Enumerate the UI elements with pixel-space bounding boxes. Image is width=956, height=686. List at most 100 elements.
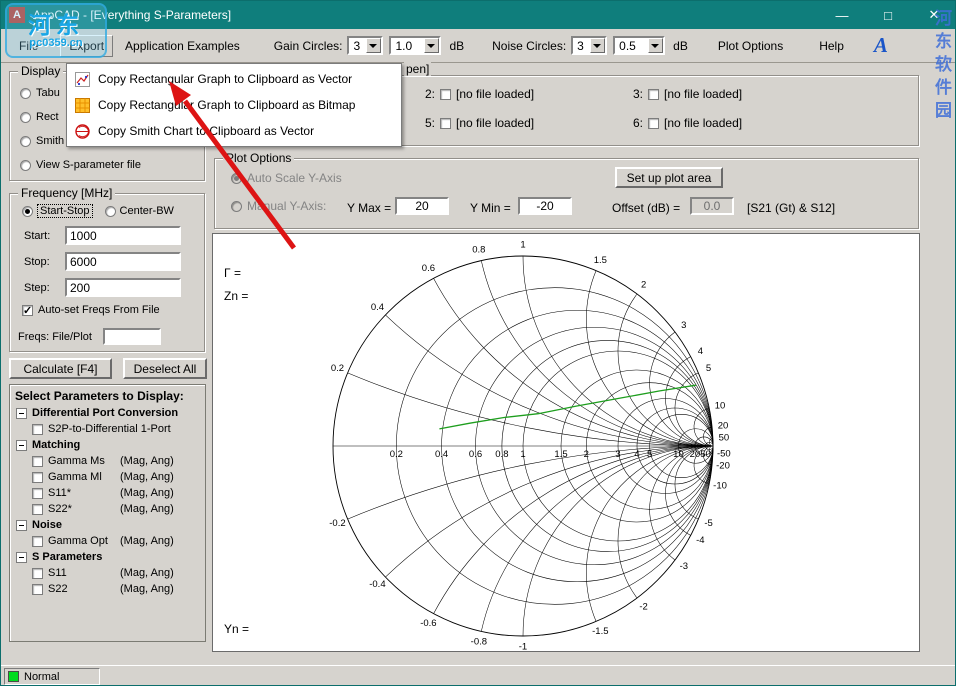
display-tabular-radio[interactable] bbox=[20, 88, 31, 99]
param-checkbox-s11c[interactable] bbox=[32, 488, 43, 499]
yn-label: Yn = bbox=[224, 622, 249, 636]
display-rectangular-radio[interactable] bbox=[20, 112, 31, 123]
status-color-swatch bbox=[8, 671, 19, 682]
svg-text:3: 3 bbox=[615, 449, 620, 460]
param-label: S11 bbox=[48, 567, 67, 579]
svg-text:5: 5 bbox=[647, 449, 652, 460]
gain-circles-label: Gain Circles: bbox=[274, 39, 343, 53]
param-suffix: (Mag, Ang) bbox=[120, 503, 174, 515]
files-group-legend-fragment: pen] bbox=[404, 62, 431, 76]
center-bw-radio[interactable] bbox=[105, 206, 116, 217]
plot-options-group: Plot Options Auto Scale Y-Axis Set up pl… bbox=[214, 158, 919, 229]
file-slot-checkbox-2[interactable] bbox=[440, 89, 451, 100]
autoset-freqs-checkbox[interactable] bbox=[22, 305, 33, 316]
svg-text:2: 2 bbox=[641, 280, 646, 291]
param-checkbox-s2p-diff[interactable] bbox=[32, 424, 43, 435]
tree-collapse-icon[interactable] bbox=[16, 408, 27, 419]
gain-circles-count-value: 3 bbox=[349, 39, 366, 53]
param-suffix: (Mag, Ang) bbox=[120, 471, 174, 483]
param-label: Gamma Ml bbox=[48, 471, 102, 483]
menu-help[interactable]: Help bbox=[811, 36, 852, 56]
minimize-button[interactable]: — bbox=[819, 1, 865, 29]
parameters-group: Select Parameters to Display: Differenti… bbox=[9, 384, 206, 642]
param-checkbox-gamma-opt[interactable] bbox=[32, 536, 43, 547]
menu-item-copy-rect-vector[interactable]: Copy Rectangular Graph to Clipboard as V… bbox=[69, 66, 399, 92]
file-slot-number: 2: bbox=[425, 87, 435, 101]
menu-application-examples[interactable]: Application Examples bbox=[117, 36, 248, 56]
svg-text:-0.6: -0.6 bbox=[420, 618, 436, 629]
svg-text:-4: -4 bbox=[696, 535, 704, 546]
stop-input[interactable] bbox=[65, 252, 181, 271]
start-input[interactable] bbox=[65, 226, 181, 245]
ymin-input[interactable] bbox=[518, 197, 572, 215]
menu-file[interactable]: File bbox=[11, 36, 46, 56]
auto-scale-radio bbox=[231, 173, 242, 184]
step-input[interactable] bbox=[65, 278, 181, 297]
param-checkbox-s22c[interactable] bbox=[32, 504, 43, 515]
svg-text:-0.4: -0.4 bbox=[369, 579, 385, 590]
calculate-button[interactable]: Calculate [F4] bbox=[9, 358, 112, 379]
status-cell: Normal bbox=[4, 668, 100, 685]
frequency-group: Frequency [MHz] Start-Stop Center-BW Sta… bbox=[9, 193, 205, 352]
file-slot-status: [no file loaded] bbox=[664, 87, 742, 101]
manual-yaxis-radio bbox=[231, 201, 242, 212]
menu-bar: File Export Application Examples Gain Ci… bbox=[1, 29, 956, 63]
dropdown-arrow-icon[interactable] bbox=[648, 38, 663, 53]
dropdown-arrow-icon[interactable] bbox=[424, 38, 439, 53]
file-slot-checkbox-5[interactable] bbox=[440, 118, 451, 129]
param-checkbox-s22[interactable] bbox=[32, 584, 43, 595]
deselect-all-button[interactable]: Deselect All bbox=[123, 358, 207, 379]
ymax-input[interactable] bbox=[395, 197, 449, 215]
svg-text:1: 1 bbox=[520, 449, 525, 460]
param-suffix: (Mag, Ang) bbox=[120, 487, 174, 499]
frequency-group-legend: Frequency [MHz] bbox=[18, 187, 115, 200]
menu-plot-options[interactable]: Plot Options bbox=[710, 36, 791, 56]
menu-item-copy-rect-bitmap[interactable]: Copy Rectangular Graph to Clipboard as B… bbox=[69, 92, 399, 118]
svg-text:20: 20 bbox=[718, 420, 729, 431]
center-bw-label: Center-BW bbox=[120, 205, 174, 217]
display-group-legend: Display bbox=[18, 65, 63, 78]
start-stop-radio[interactable] bbox=[22, 206, 33, 217]
param-checkbox-s11[interactable] bbox=[32, 568, 43, 579]
param-checkbox-gamma-ml[interactable] bbox=[32, 472, 43, 483]
menu-export[interactable]: Export bbox=[60, 35, 113, 57]
start-label: Start: bbox=[24, 230, 60, 242]
param-label: S2P-to-Differential 1-Port bbox=[48, 423, 171, 435]
close-button[interactable]: ✕ bbox=[911, 1, 956, 29]
svg-text:-3: -3 bbox=[680, 561, 688, 572]
menu-item-copy-smith-vector[interactable]: Copy Smith Chart to Clipboard as Vector bbox=[69, 118, 399, 144]
tree-collapse-icon[interactable] bbox=[16, 552, 27, 563]
file-slot-checkbox-3[interactable] bbox=[648, 89, 659, 100]
noise-circles-count-select[interactable]: 3 bbox=[571, 36, 607, 55]
freqs-file-plot-input[interactable] bbox=[103, 328, 161, 345]
svg-text:50: 50 bbox=[719, 432, 730, 443]
gain-circles-count-select[interactable]: 3 bbox=[347, 36, 383, 55]
param-suffix: (Mag, Ang) bbox=[120, 535, 174, 547]
param-suffix: (Mag, Ang) bbox=[120, 455, 174, 467]
setup-plot-area-button[interactable]: Set up plot area bbox=[615, 167, 723, 188]
dropdown-arrow-icon[interactable] bbox=[366, 38, 381, 53]
display-view-file-radio[interactable] bbox=[20, 160, 31, 171]
menu-item-label: Copy Rectangular Graph to Clipboard as B… bbox=[98, 98, 355, 112]
menu-item-label: Copy Smith Chart to Clipboard as Vector bbox=[98, 124, 314, 138]
app-window: A AppCAD - [Everything S-Parameters] — □… bbox=[0, 0, 956, 686]
gain-circles-step-value: 1.0 bbox=[391, 39, 424, 53]
display-smith-radio[interactable] bbox=[20, 136, 31, 147]
tree-collapse-icon[interactable] bbox=[16, 440, 27, 451]
dropdown-arrow-icon[interactable] bbox=[590, 38, 605, 53]
gain-circles-step-select[interactable]: 1.0 bbox=[389, 36, 441, 55]
plot-options-legend: Plot Options bbox=[223, 152, 294, 165]
svg-text:0.4: 0.4 bbox=[435, 449, 448, 460]
stop-label: Stop: bbox=[24, 256, 60, 268]
gain-circles-unit: dB bbox=[449, 39, 464, 53]
param-checkbox-gamma-ms[interactable] bbox=[32, 456, 43, 467]
maximize-button[interactable]: □ bbox=[865, 1, 911, 29]
svg-text:-10: -10 bbox=[713, 480, 727, 491]
noise-circles-step-select[interactable]: 0.5 bbox=[613, 36, 665, 55]
file-slot-checkbox-6[interactable] bbox=[648, 118, 659, 129]
noise-circles-unit: dB bbox=[673, 39, 688, 53]
window-controls: — □ ✕ bbox=[819, 1, 956, 29]
svg-text:4: 4 bbox=[634, 449, 639, 460]
tree-collapse-icon[interactable] bbox=[16, 520, 27, 531]
title-bar: A AppCAD - [Everything S-Parameters] — □… bbox=[1, 1, 956, 29]
